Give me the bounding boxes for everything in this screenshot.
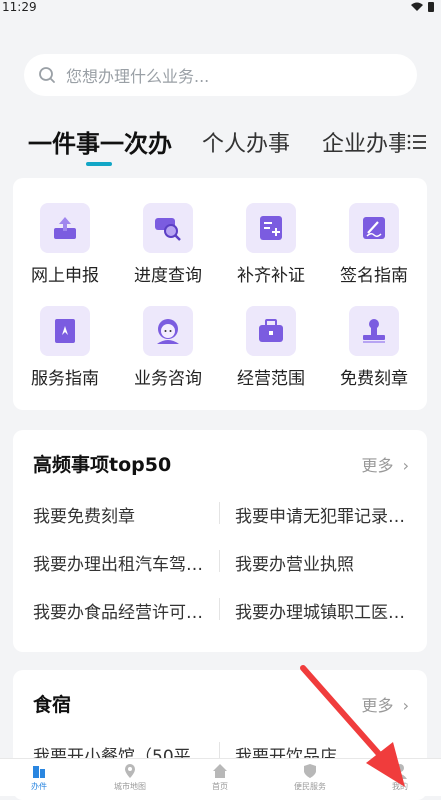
briefcase-icon: [246, 306, 296, 356]
service-label: 进度查询: [134, 266, 202, 286]
map-pin-icon: [125, 764, 135, 778]
nav-label: 城市地图: [114, 782, 146, 791]
nav-item-services[interactable]: 便民服务: [266, 763, 354, 792]
status-time: 11:29: [2, 0, 37, 14]
stamp-icon: [349, 306, 399, 356]
nav-label: 首页: [212, 782, 228, 791]
service-progress-query[interactable]: 进度查询: [118, 203, 218, 286]
service-grid-card: 网上申报 进度查询 补齐补证 签名指南 服务指南 业务咨询 经营范围 免费刻章: [13, 178, 427, 410]
wifi-icon: [411, 2, 423, 11]
nav-item-city-map[interactable]: 城市地图: [86, 763, 174, 792]
tab-enterprise[interactable]: 企业办事: [322, 126, 410, 158]
search-bar[interactable]: 您想办理什么业务...: [24, 54, 417, 96]
search-placeholder: 您想办理什么业务...: [66, 67, 210, 86]
service-free-stamp[interactable]: 免费刻章: [324, 306, 424, 389]
chevron-right-icon: ›: [402, 696, 409, 715]
nav-label: 办件: [31, 782, 47, 791]
service-signature-guide[interactable]: 签名指南: [324, 203, 424, 286]
service-consult[interactable]: 业务咨询: [118, 306, 218, 389]
nav-item-mine[interactable]: 我的: [356, 763, 441, 792]
service-label: 网上申报: [31, 266, 99, 286]
service-label: 补齐补证: [237, 266, 305, 286]
bottom-nav: 办件 城市地图 首页 便民服务 我的: [0, 758, 441, 796]
food-more-link[interactable]: 更多 ›: [361, 692, 409, 716]
top50-title: 高频事项top50: [33, 454, 172, 476]
person-icon: [393, 764, 407, 779]
list-item[interactable]: 我要免费刻章: [33, 502, 221, 527]
system-icons: [411, 1, 435, 13]
list-item[interactable]: 我要办理出租汽车驾…: [33, 550, 221, 575]
divider: [219, 598, 220, 620]
search-progress-icon: [143, 203, 193, 253]
upload-icon: [40, 203, 90, 253]
service-label: 业务咨询: [134, 369, 202, 389]
category-tabs: 一件事一次办 个人办事 企业办事: [0, 118, 441, 170]
nav-label: 便民服务: [294, 782, 326, 791]
battery-icon: [428, 2, 434, 12]
document-add-icon: [246, 203, 296, 253]
status-bar: 11:29: [0, 0, 441, 16]
service-online-declare[interactable]: 网上申报: [15, 203, 115, 286]
service-supplement[interactable]: 补齐补证: [221, 203, 321, 286]
signature-icon: [349, 203, 399, 253]
more-label: 更多: [361, 696, 394, 715]
nav-label: 我的: [392, 782, 408, 791]
tab-indicator: [86, 162, 112, 166]
home-icon: [213, 764, 227, 778]
building-icon: [33, 766, 45, 778]
list-item[interactable]: 我要办食品经营许可…: [33, 598, 221, 623]
tabs-menu-button[interactable]: [405, 130, 429, 154]
tab-personal[interactable]: 个人办事: [202, 126, 290, 158]
list-item[interactable]: 我要办理城镇职工医…: [235, 598, 423, 623]
menu-icon: [407, 134, 426, 150]
nav-item-home[interactable]: 首页: [176, 763, 264, 792]
top50-more-link[interactable]: 更多 ›: [361, 452, 409, 476]
chevron-right-icon: ›: [402, 456, 409, 475]
food-title: 食宿: [33, 694, 72, 716]
divider: [219, 502, 220, 524]
consultant-icon: [143, 306, 193, 356]
list-item[interactable]: 我要办营业执照: [235, 550, 423, 575]
service-label: 服务指南: [31, 369, 99, 389]
service-label: 免费刻章: [340, 369, 408, 389]
service-guide[interactable]: 服务指南: [15, 306, 115, 389]
divider: [219, 550, 220, 572]
shield-icon: [304, 764, 316, 778]
top50-card: 高频事项top50 更多 › 我要免费刻章 我要申请无犯罪记录… 我要办理出租汽…: [13, 430, 427, 652]
tab-one-thing[interactable]: 一件事一次办: [28, 124, 172, 159]
service-label: 签名指南: [340, 266, 408, 286]
more-label: 更多: [361, 456, 394, 475]
search-icon: [39, 67, 55, 83]
nav-item-tasks[interactable]: 办件: [0, 763, 83, 792]
service-label: 经营范围: [237, 369, 305, 389]
guide-book-icon: [40, 306, 90, 356]
list-item[interactable]: 我要申请无犯罪记录…: [235, 502, 423, 527]
service-business-scope[interactable]: 经营范围: [221, 306, 321, 389]
